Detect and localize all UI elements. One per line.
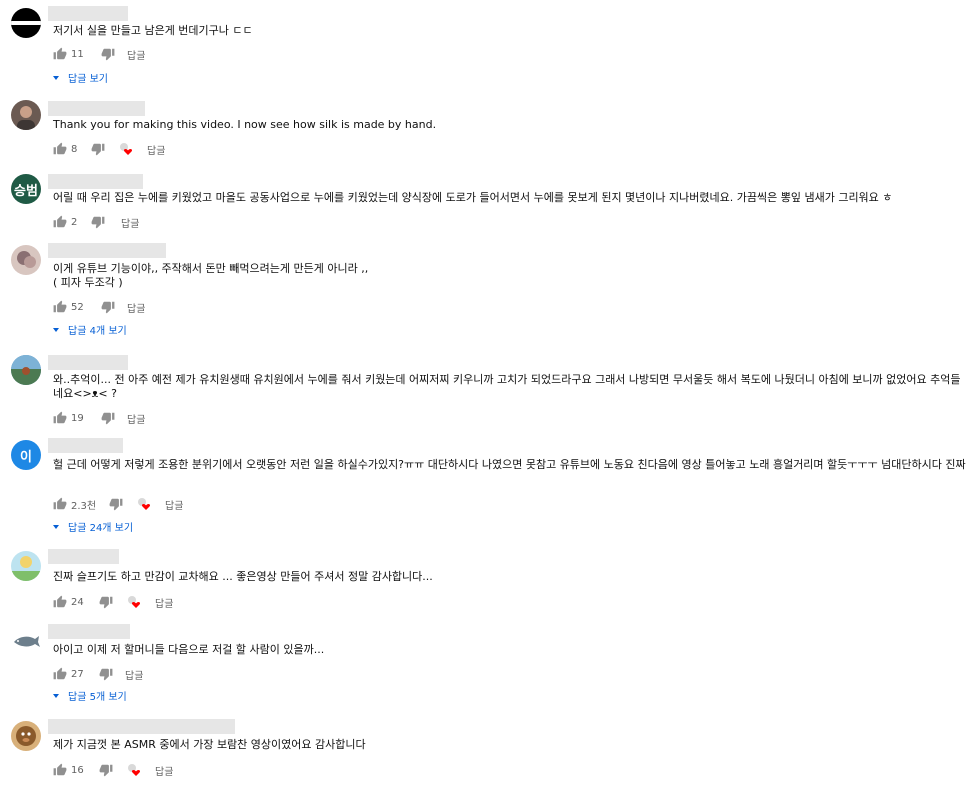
like-icon[interactable]: [53, 142, 67, 156]
author-name[interactable]: [48, 101, 145, 116]
creator-heart-icon: [135, 497, 153, 511]
expand-arrow-icon: [53, 327, 59, 332]
comment-text: 이게 유튜브 기능이야,, 주작해서 돈만 빼먹으려는게 만든게 아니라 ,, …: [53, 262, 369, 289]
author-name[interactable]: [48, 243, 166, 258]
like-icon[interactable]: [53, 47, 67, 61]
author-name[interactable]: [48, 6, 128, 21]
comment: 저기서 실을 만들고 남은게 번데기구나 ㄷㄷ 11 답글 답글 보기: [0, 6, 977, 88]
avatar[interactable]: [11, 551, 41, 581]
comment-actions: 8 답글: [53, 141, 165, 157]
dislike-icon[interactable]: [99, 595, 113, 609]
like-count: 19: [71, 412, 84, 424]
reply-button[interactable]: 답글: [155, 763, 173, 778]
like-icon[interactable]: [53, 763, 67, 777]
like-count: 24: [71, 596, 84, 608]
comment: 진짜 슬프기도 하고 만감이 교차해요 ... 좋은영상 만들어 주셔서 정말 …: [0, 549, 977, 611]
like-icon[interactable]: [53, 411, 67, 425]
dislike-icon[interactable]: [101, 300, 115, 314]
comment-actions: 19 답글: [53, 410, 145, 426]
like-count: 2.3천: [71, 500, 97, 512]
avatar[interactable]: [11, 626, 41, 656]
comment: 이 헐 근데 어떻게 저렇게 조용한 분위기에서 오랫동안 저런 일을 하실수가…: [0, 438, 977, 536]
like-count: 8: [71, 143, 78, 155]
like-count: 11: [71, 48, 84, 60]
reply-button[interactable]: 답글: [127, 47, 145, 62]
avatar[interactable]: [11, 8, 41, 38]
comment-text: 와..추억이... 전 아주 예전 제가 유치원생때 유치원에서 누에를 줘서 …: [53, 373, 961, 400]
avatar-initials: 승범: [14, 183, 38, 199]
like-icon[interactable]: [53, 215, 67, 229]
comment-actions: 16 답글: [53, 762, 173, 778]
comment: 제가 지금껏 본 ASMR 중에서 가장 보람찬 영상이였어요 감사합니다 16…: [0, 719, 977, 781]
comment: 이게 유튜브 기능이야,, 주작해서 돈만 빼먹으려는게 만든게 아니라 ,, …: [0, 243, 977, 337]
reply-button[interactable]: 답글: [165, 497, 183, 512]
dislike-icon[interactable]: [101, 47, 115, 61]
like-count: 2: [71, 216, 78, 228]
dislike-icon[interactable]: [109, 497, 123, 511]
comment-actions: 24 답글: [53, 594, 173, 610]
dislike-icon[interactable]: [99, 667, 113, 681]
avatar[interactable]: 이: [11, 440, 41, 470]
creator-heart-icon: [117, 142, 135, 156]
view-replies-label: 답글 4개 보기: [68, 326, 127, 337]
reply-button[interactable]: 답글: [127, 411, 145, 426]
comment: Thank you for making this video. I now s…: [0, 100, 977, 160]
comment-text: 어릴 때 우리 집은 누에를 키웠었고 마을도 공동사업으로 누에를 키웠었는데…: [53, 191, 893, 204]
view-replies-button[interactable]: 답글 5개 보기: [53, 688, 127, 703]
avatar[interactable]: [11, 245, 41, 275]
author-name[interactable]: [48, 174, 143, 189]
reply-button[interactable]: 답글: [127, 300, 145, 315]
like-count: 16: [71, 764, 84, 776]
reply-button[interactable]: 답글: [155, 595, 173, 610]
view-replies-label: 답글 보기: [68, 74, 108, 85]
avatar-initials: 이: [20, 449, 32, 465]
comment: 아이고 이제 저 할머니들 다음으로 저걸 할 사람이 있을까... 27 답글…: [0, 624, 977, 706]
expand-arrow-icon: [53, 524, 59, 529]
reply-button[interactable]: 답글: [121, 215, 139, 230]
author-name[interactable]: [48, 438, 123, 453]
like-icon[interactable]: [53, 595, 67, 609]
comment-text: Thank you for making this video. I now s…: [53, 118, 437, 131]
comment-actions: 2 답글: [53, 214, 139, 230]
comment-actions: 2.3천 답글: [53, 496, 183, 512]
dislike-icon[interactable]: [99, 763, 113, 777]
avatar[interactable]: 승범: [11, 174, 41, 204]
view-replies-button[interactable]: 답글 24개 보기: [53, 519, 133, 534]
author-name[interactable]: [48, 719, 235, 734]
expand-arrow-icon: [53, 693, 59, 698]
dislike-icon[interactable]: [101, 411, 115, 425]
comment-text: 아이고 이제 저 할머니들 다음으로 저걸 할 사람이 있을까...: [53, 643, 325, 656]
comment: 와..추억이... 전 아주 예전 제가 유치원생때 유치원에서 누에를 줘서 …: [0, 355, 977, 427]
comment-text: 제가 지금껏 본 ASMR 중에서 가장 보람찬 영상이였어요 감사합니다: [53, 738, 366, 751]
author-name[interactable]: [48, 355, 128, 370]
like-icon[interactable]: [53, 667, 67, 681]
like-icon[interactable]: [53, 497, 67, 511]
author-name[interactable]: [48, 549, 119, 564]
view-replies-label: 답글 5개 보기: [68, 692, 127, 703]
like-count: 27: [71, 668, 84, 680]
avatar[interactable]: [11, 100, 41, 130]
like-icon[interactable]: [53, 300, 67, 314]
comment-text: 진짜 슬프기도 하고 만감이 교차해요 ... 좋은영상 만들어 주셔서 정말 …: [53, 570, 433, 583]
reply-button[interactable]: 답글: [147, 142, 165, 157]
comment: 승범 어릴 때 우리 집은 누에를 키웠었고 마을도 공동사업으로 누에를 키웠…: [0, 174, 977, 234]
view-replies-label: 답글 24개 보기: [68, 523, 134, 534]
creator-heart-icon: [125, 763, 143, 777]
view-replies-button[interactable]: 답글 4개 보기: [53, 322, 127, 337]
creator-heart-icon: [125, 595, 143, 609]
comment-text: 헐 근데 어떻게 저렇게 조용한 분위기에서 오랫동안 저런 일을 하실수가있지…: [53, 458, 966, 471]
comment-actions: 52 답글: [53, 299, 145, 315]
comment-actions: 11 답글: [53, 46, 145, 62]
dislike-icon[interactable]: [91, 142, 105, 156]
avatar[interactable]: [11, 721, 41, 751]
expand-arrow-icon: [53, 75, 59, 80]
like-count: 52: [71, 301, 84, 313]
comment-text: 저기서 실을 만들고 남은게 번데기구나 ㄷㄷ: [53, 24, 253, 37]
comment-actions: 27 답글: [53, 666, 143, 682]
avatar[interactable]: [11, 355, 41, 385]
reply-button[interactable]: 답글: [125, 667, 143, 682]
author-name[interactable]: [48, 624, 130, 639]
view-replies-button[interactable]: 답글 보기: [53, 70, 108, 85]
dislike-icon[interactable]: [91, 215, 105, 229]
